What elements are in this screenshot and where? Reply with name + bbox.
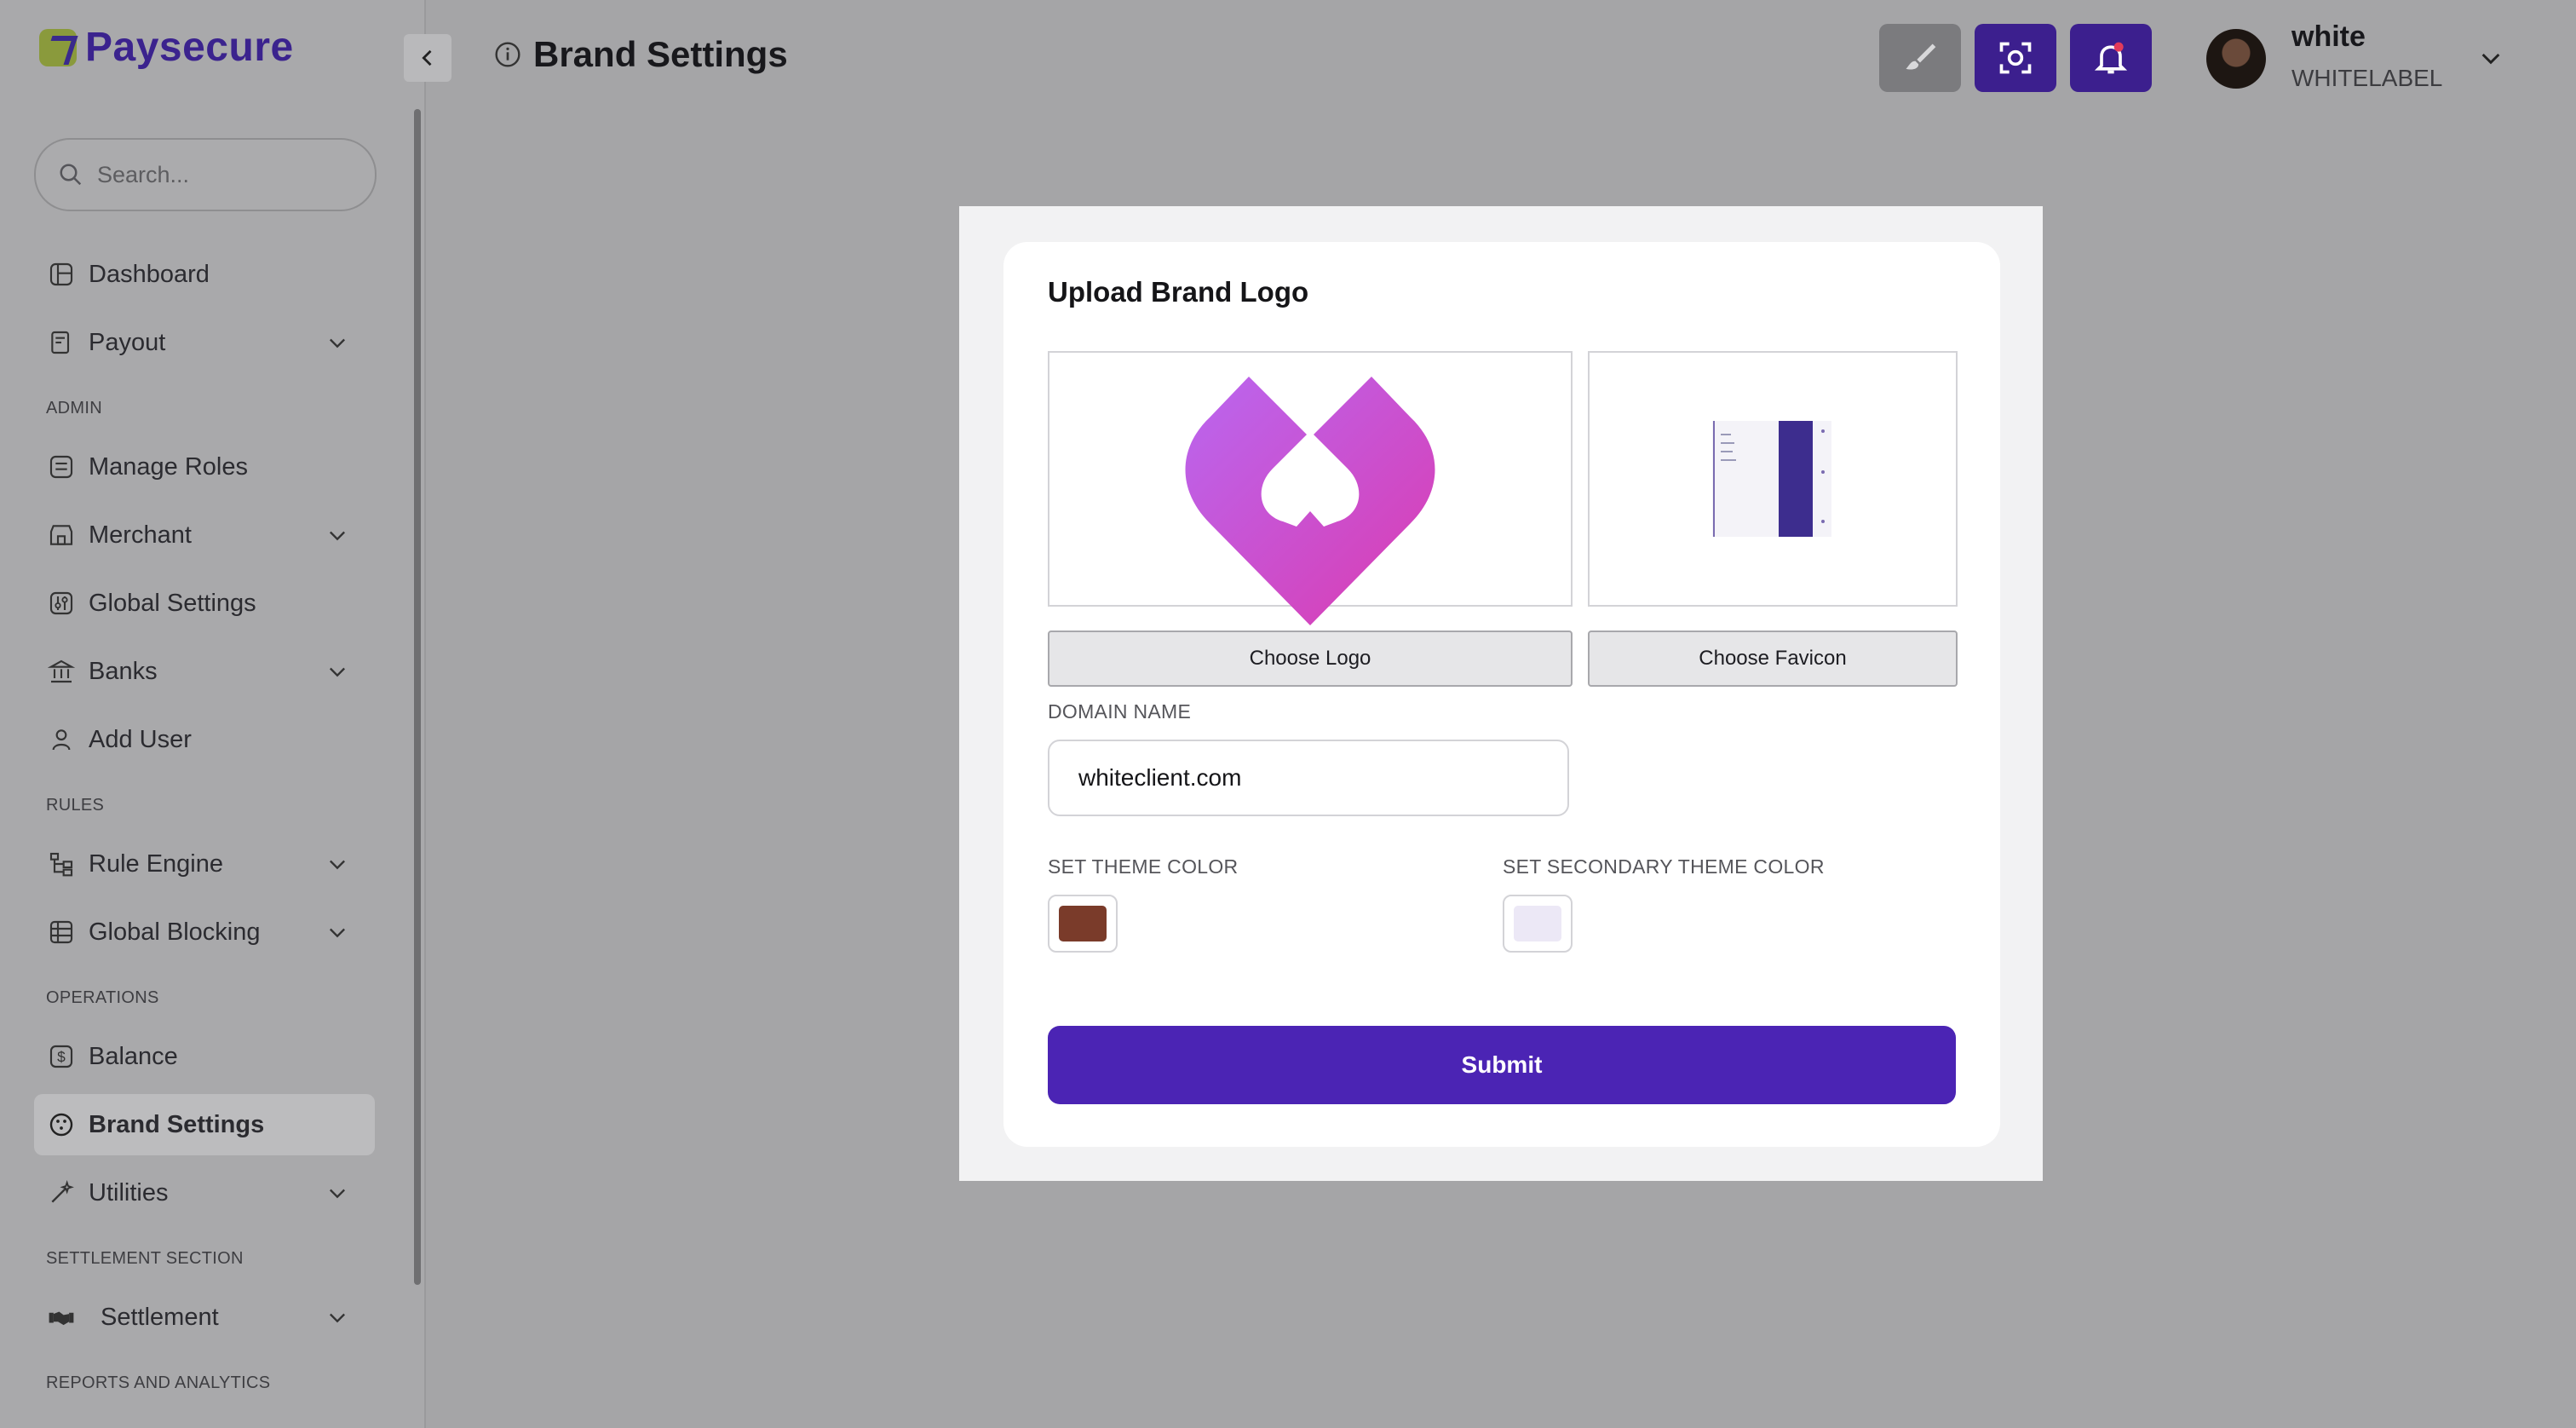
user-name: white [2291, 20, 2366, 53]
sidebar-item-label: Manage Roles [89, 452, 248, 481]
sidebar-item-dashboard[interactable]: Dashboard [34, 244, 375, 305]
sidebar-scrollbar[interactable] [414, 109, 421, 1285]
sidebar-item-add-user[interactable]: Add User [34, 709, 375, 770]
grid-block-icon [46, 917, 77, 947]
secondary-theme-color-label: SET SECONDARY THEME COLOR [1503, 855, 1825, 878]
sidebar-item-utilities[interactable]: Utilities [34, 1162, 375, 1224]
sidebar-item-label: Global Blocking [89, 918, 261, 946]
chevron-down-icon [330, 667, 345, 677]
upload-card: Upload Brand Logo Choose Logo Choose Fav… [1003, 242, 2000, 1147]
paysecure-logo-icon [39, 28, 77, 66]
theme-color-picker[interactable] [1048, 895, 1118, 953]
section-operations: OPERATIONS [46, 988, 159, 1007]
domain-field[interactable] [1048, 740, 1569, 816]
settings-sliders-icon [46, 588, 77, 619]
section-reports: REPORTS AND ANALYTICS [46, 1373, 271, 1392]
sidebar-item-merchant[interactable]: Merchant [34, 504, 375, 566]
magic-wand-icon [46, 1178, 77, 1208]
chevron-down-icon [330, 1313, 345, 1323]
sidebar-item-settlement[interactable]: Settlement [34, 1287, 375, 1348]
card-title: Upload Brand Logo [1048, 276, 1309, 308]
brush-button[interactable] [1879, 24, 1961, 92]
sidebar-item-label: Merchant [89, 521, 192, 549]
brand-logo[interactable]: Paysecure [39, 24, 294, 71]
sidebar-item-label: Utilities [89, 1178, 169, 1206]
bell-icon [2094, 42, 2128, 74]
sidebar: Paysecure Dashboard Payout Manage Roles … [0, 0, 426, 1428]
submit-button[interactable]: Submit [1048, 1026, 1956, 1104]
sidebar-item-label: Banks [89, 657, 158, 685]
roles-icon [46, 452, 77, 482]
page-title-text: Brand Settings [533, 34, 788, 74]
screenshot-icon [1999, 42, 2032, 74]
favicon-preview-image [1712, 421, 1831, 537]
brand-logo-preview-icon [1185, 377, 1435, 625]
chevron-down-icon [330, 338, 345, 348]
notifications-button[interactable] [2070, 24, 2152, 92]
brand-settings-modal: Upload Brand Logo Choose Logo Choose Fav… [959, 206, 2043, 1181]
chevron-down-icon [330, 1189, 345, 1199]
section-settlement: SETTLEMENT SECTION [46, 1249, 244, 1268]
section-rules: RULES [46, 796, 105, 815]
info-icon [495, 42, 520, 67]
choose-favicon-button[interactable]: Choose Favicon [1588, 631, 1958, 687]
screenshot-button[interactable] [1975, 24, 2056, 92]
sidebar-item-label: Brand Settings [89, 1110, 265, 1138]
sidebar-item-global-settings[interactable]: Global Settings [34, 573, 375, 634]
dashboard-icon [46, 259, 77, 290]
palette-icon [46, 1109, 77, 1140]
sidebar-item-brand-settings[interactable]: Brand Settings [34, 1094, 375, 1155]
sidebar-item-rule-engine[interactable]: Rule Engine [34, 833, 375, 895]
secondary-theme-color-picker[interactable] [1503, 895, 1573, 953]
search-input[interactable] [95, 160, 354, 189]
bank-icon [46, 656, 77, 687]
chevron-left-icon [422, 49, 432, 66]
sidebar-item-label: Dashboard [89, 260, 210, 288]
sidebar-item-manage-roles[interactable]: Manage Roles [34, 436, 375, 498]
favicon-preview [1588, 351, 1958, 607]
theme-color-label: SET THEME COLOR [1048, 855, 1239, 878]
chevron-down-icon [330, 531, 345, 541]
sidebar-item-payout[interactable]: Payout [34, 312, 375, 373]
section-admin: ADMIN [46, 399, 102, 417]
sidebar-item-label: Settlement [101, 1303, 219, 1331]
chevron-down-icon [330, 860, 345, 870]
domain-input[interactable] [1077, 763, 1540, 792]
sidebar-item-banks[interactable]: Banks [34, 641, 375, 702]
sidebar-item-global-blocking[interactable]: Global Blocking [34, 901, 375, 963]
logo-preview [1048, 351, 1573, 625]
search-icon [60, 164, 82, 186]
sidebar-item-balance[interactable]: $ Balance [34, 1026, 375, 1087]
dollar-icon: $ [46, 1041, 77, 1072]
brand-name: Paysecure [85, 25, 294, 70]
choose-logo-button[interactable]: Choose Logo [1048, 631, 1573, 687]
sidebar-item-label: Add User [89, 725, 192, 753]
chevron-down-icon [330, 928, 345, 938]
secondary-theme-color-swatch [1514, 906, 1561, 941]
sidebar-item-label: Balance [89, 1042, 178, 1070]
sidebar-item-label: Rule Engine [89, 849, 223, 878]
store-icon [46, 520, 77, 550]
svg-text:$: $ [57, 1049, 66, 1066]
collapse-sidebar-button[interactable] [404, 34, 451, 82]
brush-icon [1906, 43, 1936, 70]
sidebar-item-label: Payout [89, 328, 166, 356]
page-title: Brand Settings [494, 34, 788, 75]
receipt-icon [46, 327, 77, 358]
handshake-icon [46, 1302, 77, 1333]
user-icon [46, 724, 77, 755]
flow-icon [46, 849, 77, 879]
avatar[interactable] [2206, 29, 2266, 89]
user-role: WHITELABEL [2291, 65, 2443, 91]
search-box [34, 138, 377, 211]
theme-color-swatch [1059, 906, 1107, 941]
chevron-down-icon[interactable] [2477, 44, 2504, 72]
domain-label: DOMAIN NAME [1048, 700, 1192, 723]
sidebar-item-label: Global Settings [89, 589, 256, 617]
